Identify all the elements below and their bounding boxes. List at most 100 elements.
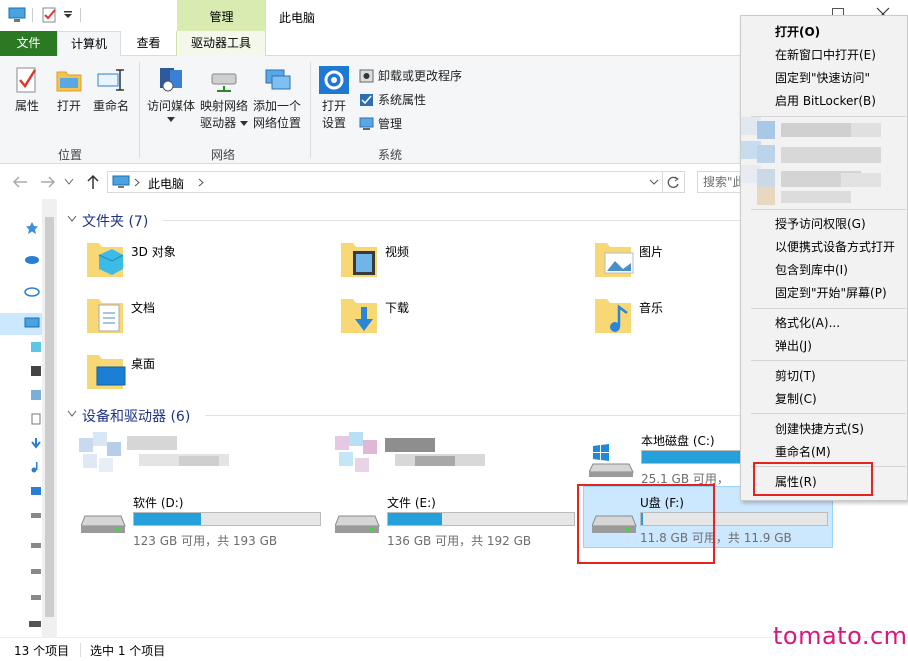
tab-file[interactable]: 文件	[0, 31, 57, 56]
drive-d[interactable]: 软件 (D:) 123 GB 可用，共 193 GB	[79, 494, 324, 558]
properties-button[interactable]: 属性	[10, 66, 44, 115]
section-drives-header[interactable]: 设备和驱动器 (6)	[82, 406, 190, 426]
forward-arrow-icon[interactable]	[40, 176, 56, 188]
refresh-button[interactable]	[663, 171, 685, 193]
blurred-menu-items[interactable]	[741, 117, 891, 207]
3d-objects-folder-icon	[87, 243, 124, 277]
chevron-down-icon	[239, 121, 248, 126]
divider	[80, 8, 81, 22]
blurred-drive-item[interactable]	[335, 432, 495, 474]
onedrive-icon[interactable]	[24, 253, 40, 265]
nav-scrollbar[interactable]	[42, 199, 57, 637]
drive-icon[interactable]	[30, 539, 42, 551]
back-arrow-icon[interactable]	[12, 176, 28, 188]
context-tab-manage[interactable]: 管理	[177, 0, 266, 31]
navigation-pane	[0, 199, 57, 637]
menu-item-open-portable[interactable]: 以便携式设备方式打开	[775, 237, 895, 257]
customize-dropdown-icon[interactable]	[63, 10, 73, 20]
folder-3d-objects[interactable]: 3D 对象	[85, 237, 295, 287]
desktop-icon[interactable]	[30, 485, 42, 497]
nav-item-this-pc[interactable]	[0, 313, 42, 335]
quick-access-star-icon[interactable]	[25, 221, 39, 235]
open-settings-button[interactable]: 打开 设置	[316, 66, 352, 132]
menu-item-rename[interactable]: 重命名(M)	[775, 442, 831, 462]
properties-check-icon[interactable]	[42, 7, 58, 23]
menu-item-format[interactable]: 格式化(A)...	[775, 313, 840, 333]
tab-computer[interactable]: 计算机	[57, 31, 121, 57]
menu-item-pin-start[interactable]: 固定到"开始"屏幕(P)	[775, 283, 887, 303]
map-drive-button[interactable]: 映射网络 驱动器	[198, 66, 250, 132]
highlight-box-properties	[753, 462, 873, 496]
blurred-drive-item[interactable]	[79, 432, 239, 474]
collapse-chevron-icon[interactable]	[67, 410, 77, 418]
open-button[interactable]: 打开	[53, 66, 85, 115]
rename-icon	[97, 69, 124, 91]
rename-button[interactable]: 重命名	[90, 66, 132, 115]
properties-icon	[16, 67, 37, 93]
system-properties-button[interactable]: 系统属性	[359, 90, 479, 110]
menu-item-grant-access[interactable]: 授予访问权限(G)	[775, 214, 866, 234]
network-location-icon	[265, 69, 291, 90]
chevron-right-icon[interactable]	[134, 178, 140, 187]
hard-drive-icon	[335, 515, 380, 533]
downloads-icon[interactable]	[30, 437, 42, 449]
access-media-button[interactable]: 访问媒体	[144, 66, 198, 123]
drive-usage-bar	[133, 512, 321, 526]
computer-icon[interactable]	[8, 7, 26, 23]
music-icon[interactable]	[30, 461, 42, 473]
usb-drive-icon[interactable]	[28, 619, 42, 629]
uninstall-programs-button[interactable]: 卸载或更改程序	[359, 66, 479, 86]
add-network-location-button[interactable]: 添加一个 网络位置	[250, 66, 304, 132]
menu-item-open[interactable]: 打开(O)	[775, 22, 820, 42]
menu-item-create-shortcut[interactable]: 创建快捷方式(S)	[775, 419, 864, 439]
folder-documents[interactable]: 文档	[85, 293, 295, 343]
up-arrow-icon[interactable]	[86, 174, 100, 190]
documents-icon[interactable]	[30, 413, 42, 425]
collapse-chevron-icon[interactable]	[67, 215, 77, 223]
section-folders-header[interactable]: 文件夹 (7)	[82, 211, 148, 231]
menu-item-bitlocker[interactable]: 启用 BitLocker(B)	[775, 91, 876, 111]
drive-e[interactable]: 文件 (E:) 136 GB 可用，共 192 GB	[333, 494, 578, 558]
hard-drive-icon	[81, 515, 126, 533]
tab-view[interactable]: 查看	[121, 31, 176, 56]
folder-videos[interactable]: 视频	[339, 237, 549, 287]
group-label-location: 位置	[58, 148, 83, 162]
cloud-icon[interactable]	[24, 285, 40, 297]
downloads-folder-icon	[341, 299, 377, 333]
status-selected-count: 选中 1 个项目	[90, 644, 166, 658]
menu-item-copy[interactable]: 复制(C)	[775, 389, 817, 409]
folder-desktop[interactable]: 桌面	[85, 349, 295, 399]
address-path[interactable]: 此电脑	[148, 175, 184, 192]
menu-separator	[751, 413, 906, 414]
video-icon[interactable]	[30, 365, 42, 377]
drive-icon[interactable]	[30, 509, 42, 521]
status-item-count: 13 个项目	[14, 644, 70, 658]
pictures-icon[interactable]	[30, 389, 42, 401]
divider	[80, 643, 81, 657]
menu-item-eject[interactable]: 弹出(J)	[775, 336, 812, 356]
drive-icon[interactable]	[30, 591, 42, 603]
computer-icon	[24, 317, 40, 328]
media-icon	[160, 68, 182, 92]
windows-system-drive-icon	[589, 444, 634, 477]
3d-objects-icon[interactable]	[30, 341, 42, 353]
address-dropdown-icon[interactable]	[649, 179, 659, 186]
menu-item-cut[interactable]: 剪切(T)	[775, 366, 816, 386]
recent-locations-chevron-icon[interactable]	[64, 178, 74, 186]
chevron-right-icon[interactable]	[198, 178, 204, 187]
group-label-network: 网络	[211, 148, 236, 162]
folder-downloads[interactable]: 下载	[339, 293, 549, 343]
menu-separator	[751, 209, 906, 210]
scrollbar-thumb[interactable]	[45, 217, 54, 617]
menu-item-pin-quick-access[interactable]: 固定到"快速访问"	[775, 68, 870, 88]
highlight-box-drive-f	[577, 484, 715, 564]
drive-icon[interactable]	[30, 565, 42, 577]
tab-drive-tools[interactable]: 驱动器工具	[176, 31, 266, 56]
music-folder-icon	[595, 299, 631, 333]
menu-item-include-library[interactable]: 包含到库中(I)	[775, 260, 848, 280]
menu-item-open-new-window[interactable]: 在新窗口中打开(E)	[775, 45, 876, 65]
address-input[interactable]: 此电脑	[107, 171, 663, 193]
context-menu: 打开(O) 在新窗口中打开(E) 固定到"快速访问" 启用 BitLocker(…	[740, 15, 908, 501]
manage-button[interactable]: 管理	[359, 114, 479, 134]
computer-icon	[112, 175, 130, 188]
